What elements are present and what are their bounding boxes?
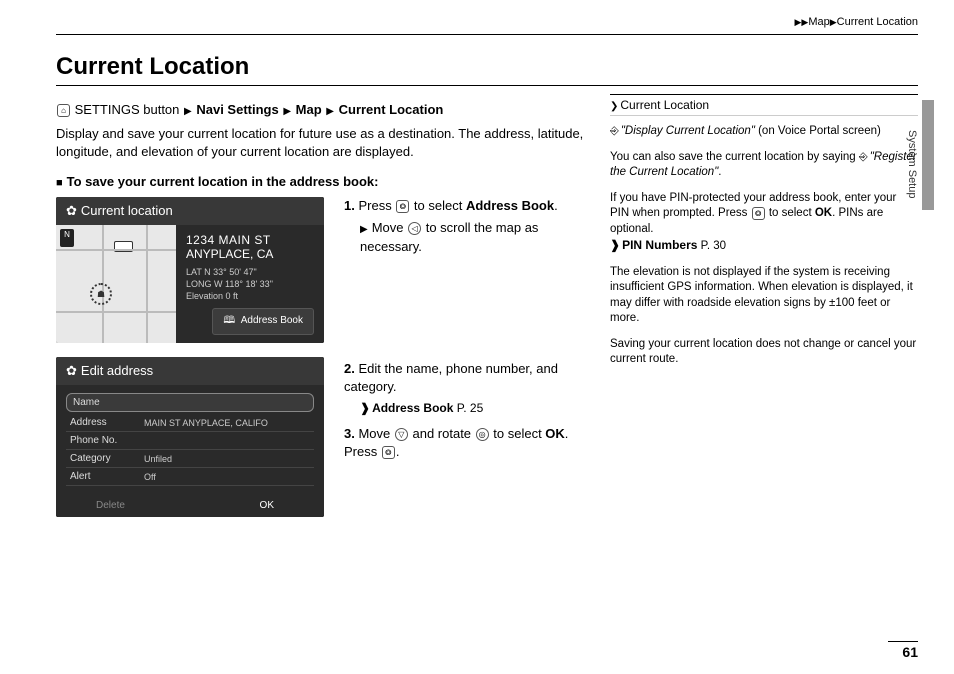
triangle-right-icon: ▶ — [360, 224, 368, 235]
field-value: Unfiled — [144, 454, 172, 464]
field-label: Address — [70, 417, 144, 428]
chevron-right-icon: ▶ — [830, 17, 837, 27]
intro-text: Display and save your current location f… — [56, 125, 586, 160]
chevron-right-icon: ▶▶ — [795, 17, 809, 27]
voice-icon: ⎆ — [859, 151, 868, 163]
sidenote-heading: ❯Current Location — [610, 94, 918, 116]
field-label: Alert — [70, 471, 144, 482]
field-value: MAIN ST ANYPLACE, CALIFO — [144, 418, 268, 428]
step-text: Move — [372, 220, 407, 235]
settings-button-icon: ⌂ — [57, 104, 70, 117]
square-bullet-icon: ■ — [56, 177, 63, 189]
field-value: Off — [144, 472, 156, 482]
sidenote-text: (on Voice Portal screen) — [755, 125, 881, 137]
nav-path-prefix: SETTINGS button — [75, 102, 180, 117]
press-icon: ⭗ — [382, 446, 395, 459]
gear-icon: ✿ — [66, 203, 77, 218]
voice-icon: ⎆ — [610, 125, 619, 137]
list-item[interactable]: Phone No. — [66, 432, 314, 450]
chevron-right-icon: ▶ — [283, 106, 291, 117]
list-item[interactable]: AddressMAIN ST ANYPLACE, CALIFO — [66, 414, 314, 432]
list-item[interactable]: CategoryUnfiled — [66, 450, 314, 468]
navigation-path: ⌂ SETTINGS button ▶ Navi Settings ▶ Map … — [56, 102, 586, 117]
book-icon: 🕮 — [223, 315, 235, 326]
address-book-button[interactable]: 🕮 Address Book — [212, 308, 314, 335]
breadcrumb-part: Current Location — [837, 16, 918, 28]
breadcrumb: ▶▶Map▶Current Location — [56, 16, 918, 35]
location-info: 1234 MAIN ST ANYPLACE, CA LAT N 33° 50' … — [176, 225, 324, 343]
longitude-value: LONG W 118° 18' 33" — [186, 279, 314, 291]
delete-button[interactable]: Delete — [96, 500, 125, 511]
elevation-value: Elevation 0 ft — [186, 291, 314, 303]
subheading-text: To save your current location in the add… — [67, 174, 379, 189]
screenshot-current-location: ✿ Current location N 105 ☗ 1234 MAIN ST — [56, 197, 324, 343]
screenshot-title: ✿ Edit address — [56, 357, 324, 385]
field-label: Name — [73, 397, 147, 408]
section-label: System Setup — [906, 130, 918, 198]
list-item[interactable]: Name — [66, 393, 314, 412]
step-text: and rotate — [409, 426, 475, 441]
chevron-icon: ❯ — [610, 101, 618, 112]
press-icon: ⭗ — [396, 200, 409, 213]
link-icon: ❱ — [610, 238, 620, 252]
step-text: . — [396, 444, 400, 459]
sidenote-bold: OK — [815, 207, 832, 219]
gear-icon: ✿ — [66, 363, 77, 378]
page-title: Current Location — [56, 53, 918, 86]
sidenote-text: to select — [766, 207, 815, 219]
step-text: Press — [358, 198, 395, 213]
xref-page: P. 30 — [701, 240, 726, 252]
nav-path-step: Current Location — [339, 102, 444, 117]
instruction-steps: 1. Press ⭗ to select Address Book. ▶Move… — [344, 197, 586, 517]
location-pin-icon: ☗ — [90, 283, 112, 305]
section-tab — [922, 100, 934, 210]
xref-label: PIN Numbers — [622, 238, 697, 252]
nav-path-step: Map — [296, 102, 322, 117]
voice-command: "Display Current Location" — [621, 125, 755, 137]
sidenote-heading-text: Current Location — [620, 98, 709, 112]
map-thumbnail: N 105 ☗ — [56, 225, 176, 343]
move-left-icon: ◁ — [408, 222, 421, 235]
step-text: . — [554, 198, 558, 213]
sidenote-text: . — [718, 166, 721, 178]
page-number: 61 — [888, 641, 918, 660]
screenshot-title-text: Edit address — [81, 363, 153, 378]
field-label: Phone No. — [70, 435, 144, 446]
step-bold: OK — [545, 426, 565, 441]
screenshot-title: ✿ Current location — [56, 197, 324, 225]
side-note: ❯Current Location ⎆"Display Current Loca… — [610, 92, 918, 517]
chevron-right-icon: ▶ — [184, 106, 192, 117]
move-down-icon: ▽ — [395, 428, 408, 441]
field-label: Category — [70, 453, 144, 464]
screenshot-title-text: Current location — [81, 203, 173, 218]
address-line1: 1234 MAIN ST — [186, 233, 314, 247]
step-text: to select — [490, 426, 546, 441]
nav-path-step: Navi Settings — [196, 102, 278, 117]
compass-icon: N — [60, 229, 74, 247]
subheading: ■ To save your current location in the ad… — [56, 174, 586, 189]
step-text: Move — [358, 426, 393, 441]
xref-label: Address Book — [372, 401, 453, 415]
screenshot-edit-address: ✿ Edit address Name AddressMAIN ST ANYPLA… — [56, 357, 324, 517]
breadcrumb-part: Map — [808, 16, 829, 28]
address-line2: ANYPLACE, CA — [186, 247, 314, 261]
step-text: to select — [410, 198, 466, 213]
ok-button[interactable]: OK — [260, 500, 274, 511]
sidenote-text: You can also save the current location b… — [610, 151, 859, 163]
sidenote-text: Saving your current location does not ch… — [610, 337, 918, 368]
chevron-right-icon: ▶ — [326, 106, 334, 117]
rotate-icon: ◎ — [476, 428, 489, 441]
xref-page: P. 25 — [457, 401, 483, 415]
step-1: 1. Press ⭗ to select Address Book. ▶Move… — [344, 197, 586, 256]
step-bold: Address Book — [466, 198, 554, 213]
list-item[interactable]: AlertOff — [66, 468, 314, 486]
step-2: 2. Edit the name, phone number, and cate… — [344, 360, 586, 417]
press-icon: ⭗ — [752, 207, 765, 220]
address-book-button-label: Address Book — [241, 315, 303, 326]
sidenote-text: The elevation is not displayed if the sy… — [610, 265, 918, 327]
step-3: 3. Move ▽ and rotate ◎ to select OK. Pre… — [344, 425, 586, 461]
step-text: Edit the name, phone number, and categor… — [344, 361, 558, 394]
latitude-value: LAT N 33° 50' 47" — [186, 267, 314, 279]
link-icon: ❱ — [360, 401, 370, 415]
